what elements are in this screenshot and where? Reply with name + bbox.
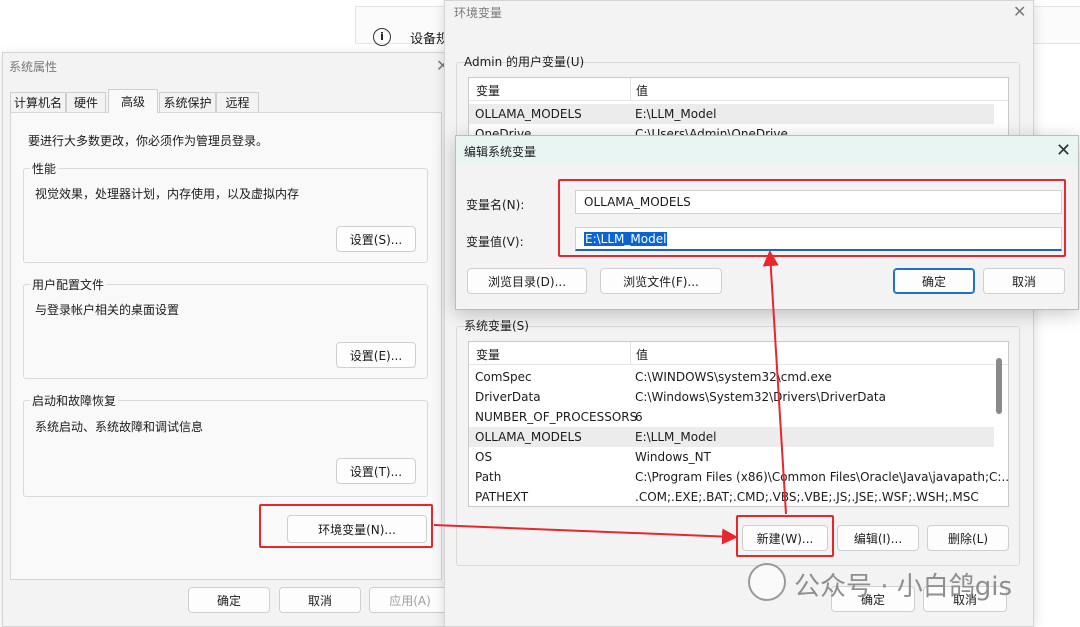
watermark: 公众号 · 小白鸽gis <box>794 572 1013 602</box>
tab-advanced[interactable]: 高级 <box>108 89 158 113</box>
arrow-to-fields <box>762 250 787 515</box>
arrow-to-new-button <box>433 524 738 545</box>
annotation-arrows <box>433 250 787 545</box>
wechat-icon <box>748 563 786 601</box>
